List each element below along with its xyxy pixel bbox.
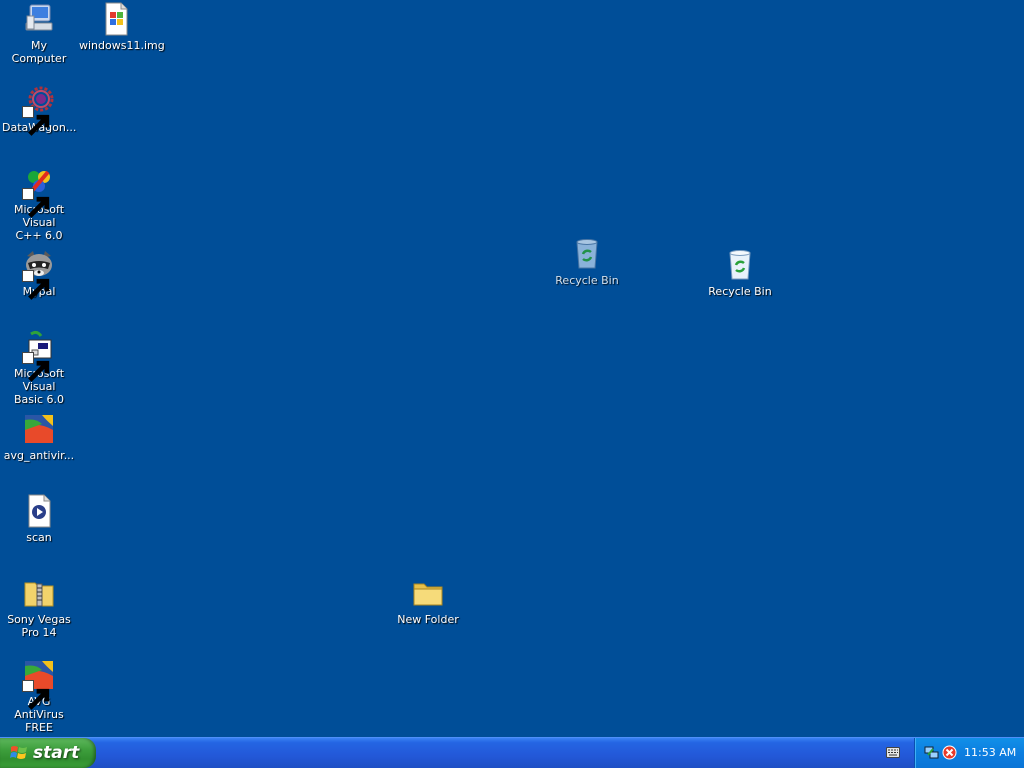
- start-button[interactable]: start: [0, 738, 96, 768]
- taskbar: start 11:53 AM: [0, 737, 1024, 768]
- desktop-icon-scan[interactable]: scan: [0, 494, 78, 544]
- icon-label: windows11.img: [79, 39, 165, 52]
- avg-installer-icon: [22, 412, 56, 446]
- desktop-icon-new-folder[interactable]: New Folder: [389, 576, 467, 626]
- visual-basic-icon: [22, 330, 56, 382]
- computer-icon: [22, 2, 56, 36]
- icon-label: avg_antivir...: [3, 449, 75, 462]
- desktop: My Computer windows11.img DataWagon... M…: [0, 0, 1024, 738]
- disc-image-file-icon: [99, 2, 133, 36]
- language-keyboard-icon[interactable]: [886, 747, 900, 758]
- shortcut-arrow-icon: [22, 188, 50, 218]
- icon-label: New Folder: [397, 613, 459, 626]
- desktop-icon-recycle-bin[interactable]: Recycle Bin: [701, 248, 779, 298]
- desktop-icon-mypal[interactable]: Mypal: [0, 248, 78, 300]
- security-alert-tray-icon[interactable]: [942, 745, 957, 760]
- icon-label: Recycle Bin: [555, 274, 619, 287]
- zip-folder-icon: [22, 576, 56, 610]
- recycle-bin-icon: [723, 248, 757, 282]
- icon-label: Recycle Bin: [708, 285, 772, 298]
- icon-label: My Computer: [11, 39, 67, 65]
- desktop-icon-my-computer[interactable]: My Computer: [0, 2, 78, 65]
- start-label: start: [33, 743, 80, 763]
- desktop-icon-avg-free[interactable]: AVG AntiVirus FREE: [0, 658, 78, 734]
- desktop-icon-sony-vegas[interactable]: Sony Vegas Pro 14: [0, 576, 78, 639]
- desktop-icon-windows11-img[interactable]: windows11.img: [77, 2, 165, 52]
- media-file-icon: [22, 494, 56, 528]
- avg-icon: [22, 658, 56, 710]
- shortcut-arrow-icon: [22, 680, 50, 710]
- visual-cpp-icon: [22, 166, 56, 218]
- mypal-raccoon-icon: [22, 248, 56, 300]
- icon-label: scan: [26, 531, 52, 544]
- datawagon-icon: [22, 84, 56, 136]
- shortcut-arrow-icon: [22, 106, 50, 136]
- shortcut-arrow-icon: [22, 352, 50, 382]
- desktop-icon-visual-basic[interactable]: Microsoft Visual Basic 6.0: [0, 330, 78, 406]
- network-tray-icon[interactable]: [924, 745, 939, 760]
- windows-logo-icon: [10, 746, 27, 759]
- system-tray: 11:53 AM: [914, 738, 1024, 768]
- recycle-bin-icon: [570, 237, 604, 271]
- desktop-icon-avg-antivir[interactable]: avg_antivir...: [0, 412, 78, 462]
- shortcut-arrow-icon: [22, 270, 50, 300]
- icon-label: Sony Vegas Pro 14: [7, 613, 71, 639]
- desktop-icon-visual-cpp[interactable]: Microsoft Visual C++ 6.0: [0, 166, 78, 242]
- desktop-icon-datawagon[interactable]: DataWagon...: [0, 84, 78, 136]
- folder-icon: [411, 576, 445, 610]
- clock[interactable]: 11:53 AM: [964, 746, 1016, 759]
- desktop-icon-recycle-bin[interactable]: Recycle Bin: [548, 237, 626, 287]
